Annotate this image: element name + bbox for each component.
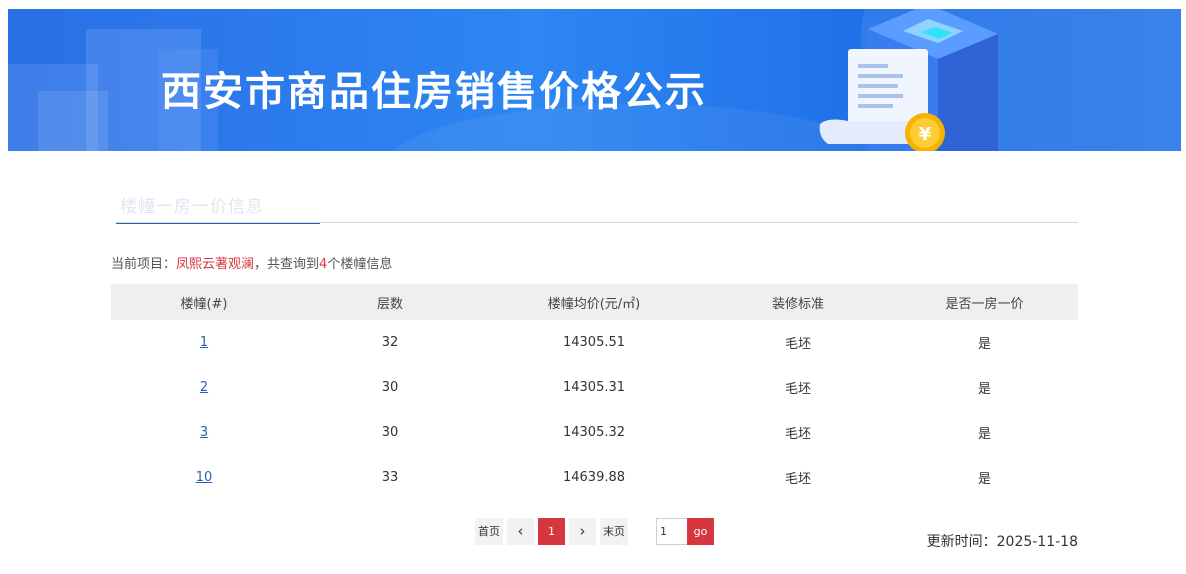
update-label: 更新时间： [926, 534, 997, 550]
table-row: 10 33 14639.88 毛坯 是 [111, 455, 1078, 500]
banner-illustration: ¥ [819, 9, 998, 151]
cell-avg-price: 14639.88 [562, 470, 626, 485]
cell-floors: 33 [381, 470, 399, 485]
page-number-input[interactable] [656, 518, 689, 545]
page-banner: 西安市商品住房销售价格公示 ¥ [8, 9, 1181, 151]
cell-avg-price: 14305.31 [562, 380, 626, 395]
header-floors: 层数 [376, 296, 403, 312]
update-date: 2025-11-18 [996, 534, 1078, 550]
header-building: 楼幢(#) [180, 296, 228, 312]
cell-floors: 32 [381, 335, 399, 350]
query-summary: 当前项目：凤熙云著观澜，共查询到4个楼幢信息 [111, 253, 392, 272]
cell-avg-price: 14305.32 [562, 425, 626, 440]
table-row: 1 32 14305.51 毛坯 是 [111, 320, 1078, 365]
tab-building-info[interactable]: 楼幢一房一价信息 [116, 186, 320, 224]
header-avg-price: 楼幢均价(元/㎡) [547, 296, 641, 312]
update-time: 更新时间：2025-11-18 [927, 531, 1078, 551]
header-one-price: 是否一房一价 [945, 296, 1024, 312]
table-row: 3 30 14305.32 毛坯 是 [111, 410, 1078, 455]
go-button[interactable]: go [687, 518, 714, 545]
prev-page-button[interactable]: ‹ [507, 518, 534, 545]
cell-decoration: 毛坯 [784, 382, 811, 397]
banner-title: 西安市商品住房销售价格公示 [161, 69, 707, 115]
next-page-button[interactable]: › [569, 518, 596, 545]
cell-floors: 30 [381, 380, 399, 395]
building-table: 楼幢(#) 层数 楼幢均价(元/㎡) 装修标准 是否一房一价 1 32 1430… [111, 284, 1078, 500]
building-link[interactable]: 1 [200, 335, 208, 350]
cell-one-price: 是 [977, 382, 991, 397]
last-page-button[interactable]: 末页 [600, 518, 628, 545]
building-link[interactable]: 3 [200, 425, 208, 440]
project-name: 凤熙云著观澜 [176, 257, 255, 272]
cell-one-price: 是 [977, 472, 991, 487]
page-button-current[interactable]: 1 [538, 518, 565, 545]
cell-decoration: 毛坯 [784, 427, 811, 442]
table-header: 楼幢(#) 层数 楼幢均价(元/㎡) 装修标准 是否一房一价 [111, 284, 1078, 320]
building-link[interactable]: 2 [200, 380, 208, 395]
summary-prefix: 当前项目： [111, 257, 177, 272]
cell-one-price: 是 [977, 427, 991, 442]
cell-one-price: 是 [977, 337, 991, 352]
tab-divider [116, 222, 1078, 223]
summary-suffix: 个楼幢信息 [327, 257, 393, 272]
first-page-button[interactable]: 首页 [475, 518, 503, 545]
building-link[interactable]: 10 [196, 470, 213, 485]
svg-text:¥: ¥ [919, 124, 932, 145]
cell-avg-price: 14305.51 [562, 335, 626, 350]
table-row: 2 30 14305.31 毛坯 是 [111, 365, 1078, 410]
cell-decoration: 毛坯 [784, 472, 811, 487]
header-decoration: 装修标准 [771, 296, 824, 312]
cell-decoration: 毛坯 [784, 337, 811, 352]
cell-floors: 30 [381, 425, 399, 440]
summary-mid: ，共查询到 [254, 257, 320, 272]
tab-label: 楼幢一房一价信息 [120, 197, 264, 217]
